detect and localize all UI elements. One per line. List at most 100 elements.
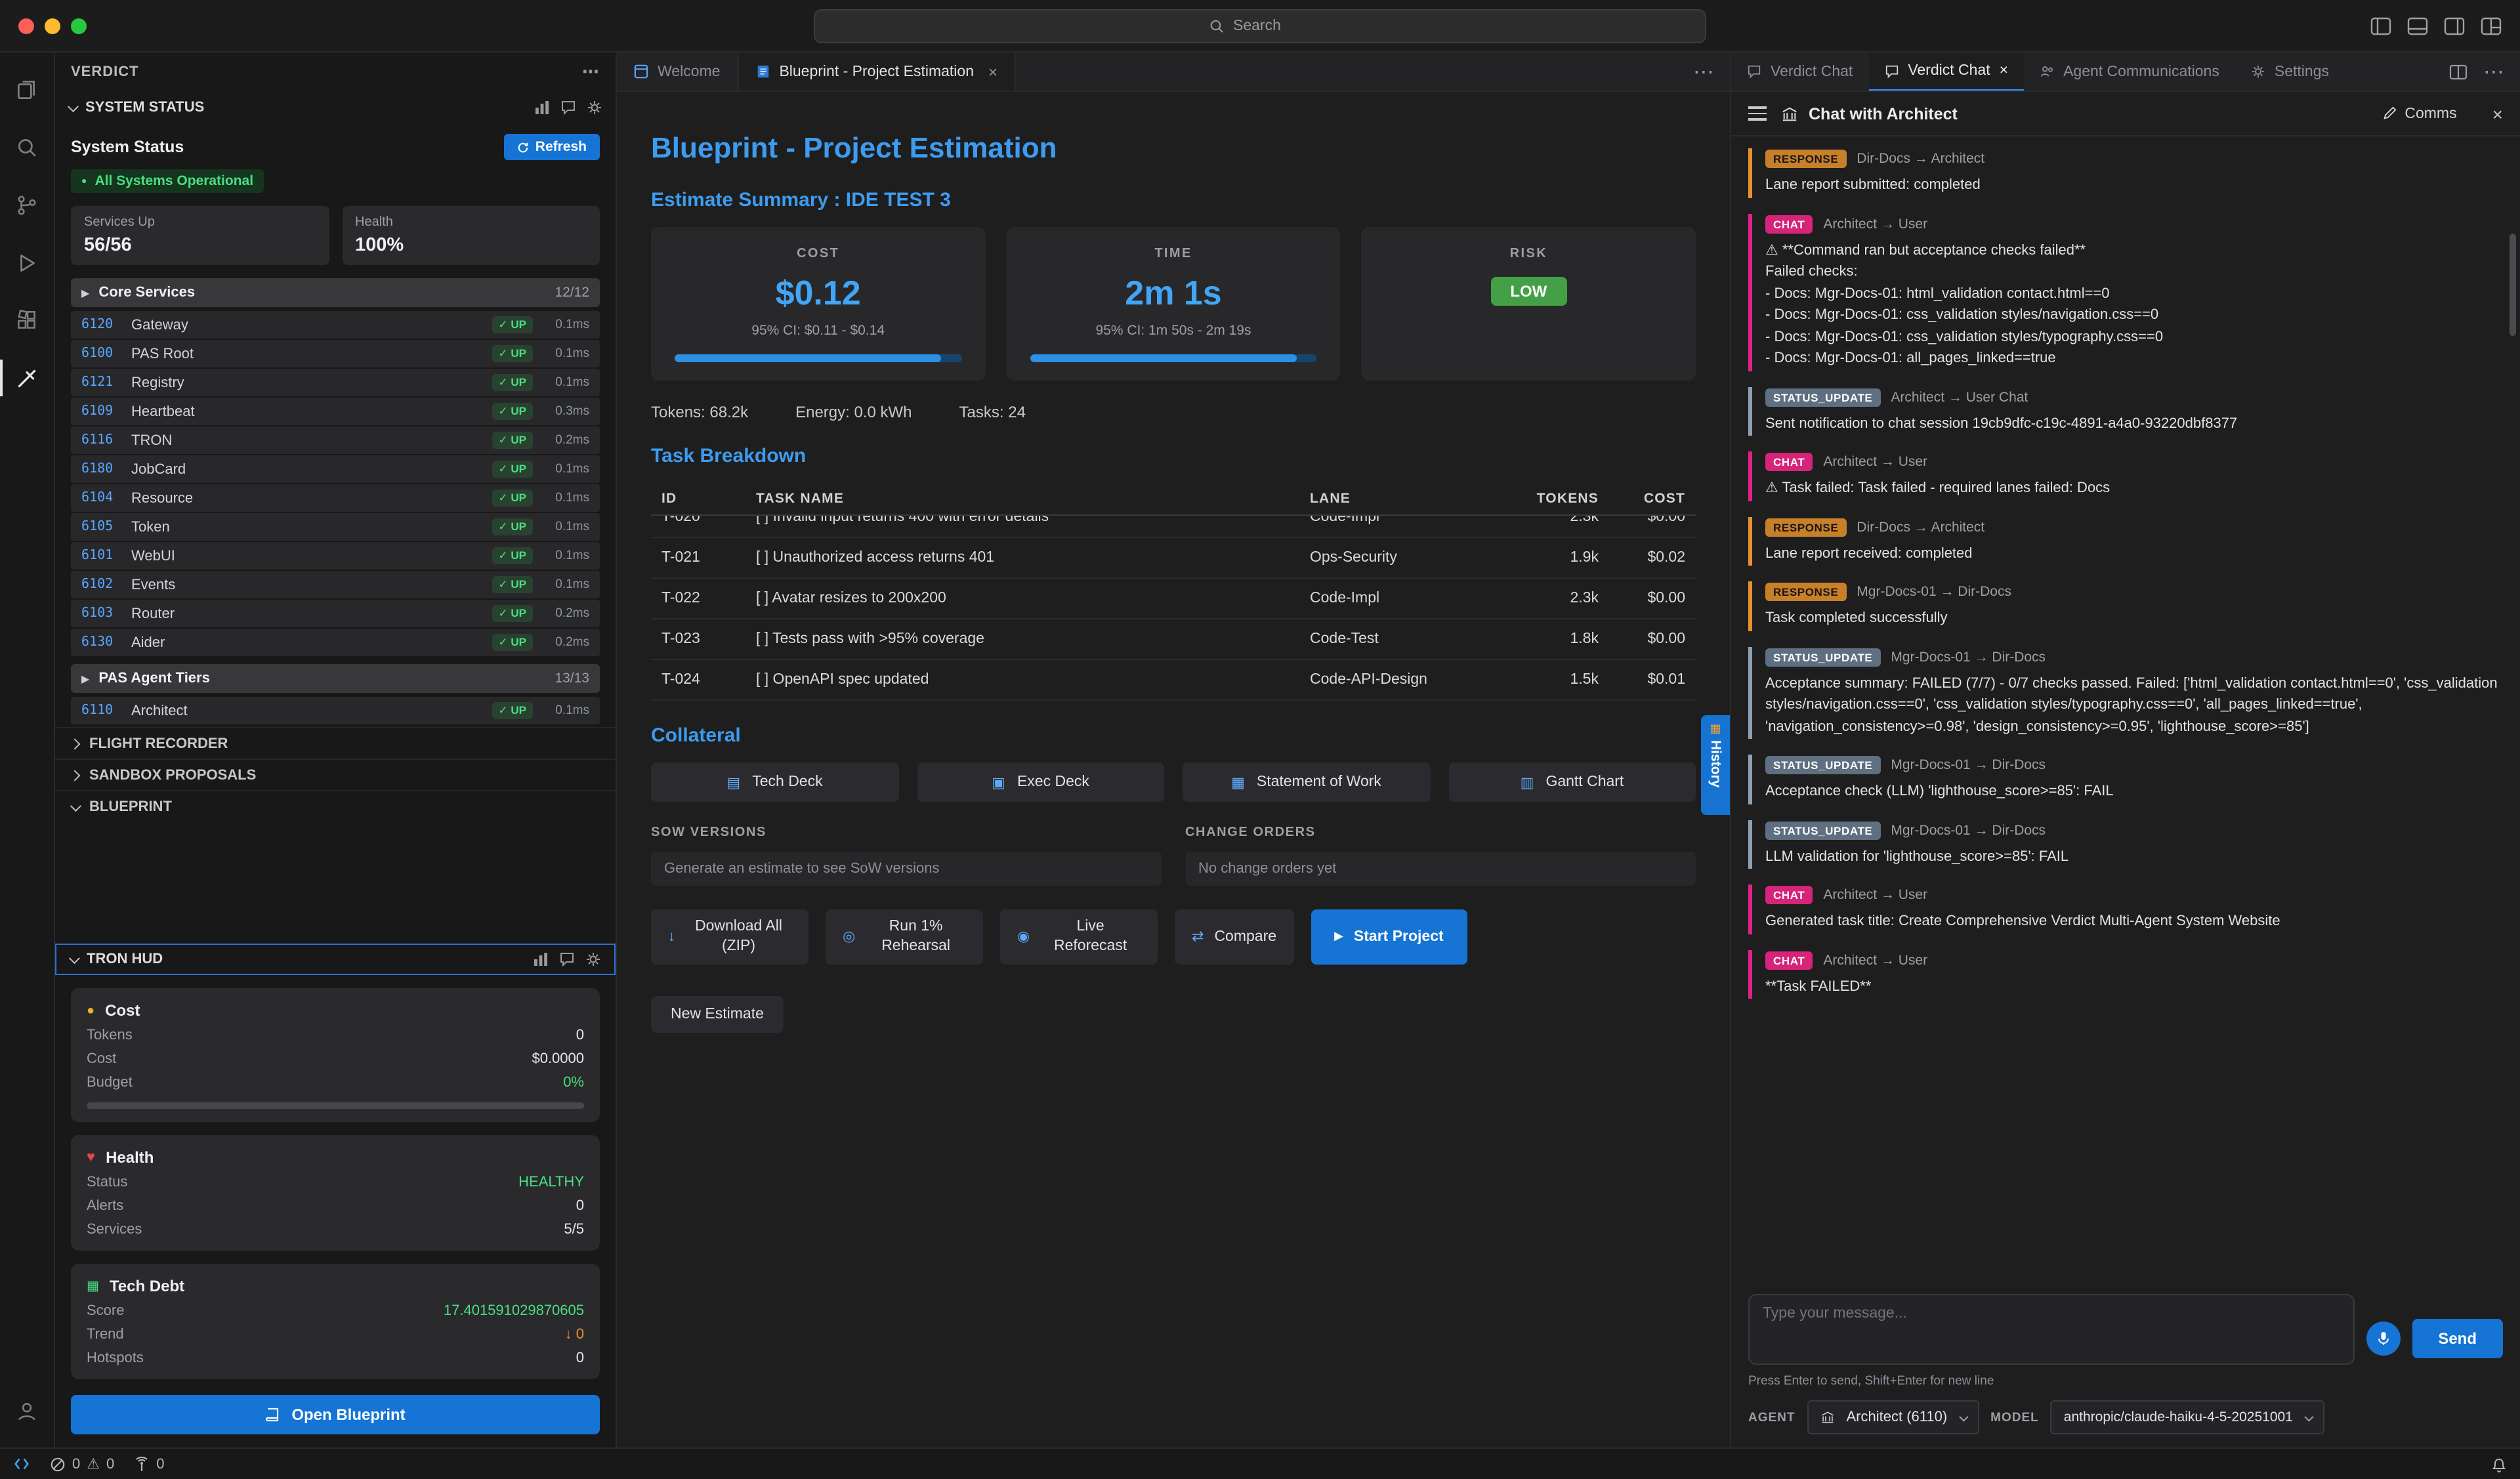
agent-select[interactable]: Architect (6110) (1807, 1400, 1979, 1434)
section-system-status[interactable]: SYSTEM STATUS (55, 92, 616, 123)
gear-mini-icon[interactable] (585, 951, 601, 967)
chat-message[interactable]: STATUS_UPDATE Mgr-Docs-01 → Dir-Docs Acc… (1748, 646, 2499, 739)
collateral-button[interactable]: ▤ Tech Deck (651, 762, 898, 802)
remote-indicator[interactable] (13, 1455, 30, 1472)
table-row[interactable]: T-020 [ ] Invalid input returns 400 with… (651, 516, 1696, 538)
collateral-button[interactable]: ▣ Exec Deck (917, 762, 1164, 802)
tab-settings[interactable]: Settings (2235, 52, 2345, 91)
mic-button[interactable] (2366, 1322, 2400, 1356)
message-input[interactable] (1748, 1294, 2354, 1365)
tab-verdict-chat-1[interactable]: Verdict Chat (1731, 52, 1868, 91)
chat-scrollbar[interactable] (2510, 234, 2516, 336)
tab-agent-communications[interactable]: Agent Communications (2024, 52, 2235, 91)
history-tab[interactable]: ▦ History (1701, 715, 1730, 815)
close-tab-icon[interactable]: × (988, 62, 998, 81)
core-services-header[interactable]: ▶ Core Services 12/12 (71, 278, 600, 307)
chat-message[interactable]: CHAT Architect → User **Task FAILED** (1748, 949, 2499, 999)
editor-actions-more-icon[interactable]: ⋯ (1693, 58, 1714, 85)
chat-message[interactable]: CHAT Architect → User ⚠ **Command ran bu… (1748, 213, 2499, 371)
service-row[interactable]: 6105 Token ✓ UP 0.1ms (71, 513, 600, 541)
explorer-icon[interactable] (0, 60, 54, 118)
service-row[interactable]: 6109 Heartbeat ✓ UP 0.3ms (71, 398, 600, 425)
chart-mini-icon[interactable] (533, 951, 549, 967)
tab-welcome[interactable]: Welcome (617, 52, 738, 91)
table-row[interactable]: T-021 [ ] Unauthorized access returns 40… (651, 538, 1696, 579)
source-control-icon[interactable] (0, 176, 54, 234)
action-button[interactable]: ↓ Download All (ZIP) (651, 909, 808, 965)
service-latency: 0.1ms (542, 549, 589, 563)
chat-message[interactable]: RESPONSE Dir-Docs → Architect Lane repor… (1748, 148, 2499, 198)
service-row[interactable]: 6120 Gateway ✓ UP 0.1ms (71, 311, 600, 339)
start-project-button[interactable]: ▶ Start Project (1311, 909, 1467, 965)
menu-icon[interactable] (1748, 106, 1767, 121)
comms-button[interactable]: Comms (2382, 106, 2456, 121)
split-editor-icon[interactable] (2449, 64, 2468, 79)
account-icon[interactable] (0, 1382, 54, 1440)
action-button[interactable]: ◎ Run 1% Rehearsal (826, 909, 983, 965)
verdict-extension-icon[interactable] (0, 349, 54, 407)
close-panel-icon[interactable]: × (2492, 103, 2503, 124)
refresh-button[interactable]: Refresh (504, 134, 600, 160)
search-sidebar-icon[interactable] (0, 118, 54, 176)
ports-indicator[interactable]: 0 (134, 1456, 164, 1472)
tokens-stat: Tokens: 68.2k (651, 403, 748, 421)
toggle-panel-icon[interactable] (2407, 16, 2428, 35)
collateral-button[interactable]: ▦ Statement of Work (1183, 762, 1430, 802)
chat-message[interactable]: STATUS_UPDATE Mgr-Docs-01 → Dir-Docs LLM… (1748, 820, 2499, 869)
section-flight-recorder[interactable]: FLIGHT RECORDER (55, 727, 616, 759)
chat-message[interactable]: CHAT Architect → User Generated task tit… (1748, 885, 2499, 934)
close-tab-icon[interactable]: × (2000, 63, 2008, 79)
collateral-button[interactable]: ▥ Gantt Chart (1448, 762, 1696, 802)
search-input[interactable] (1233, 18, 1312, 33)
comment-mini-icon[interactable] (559, 951, 575, 967)
maximize-window-button[interactable] (71, 18, 87, 33)
table-row[interactable]: T-023 [ ] Tests pass with >95% coverage … (651, 619, 1696, 660)
agent-row[interactable]: 6110 Architect ✓ UP 0.1ms (71, 697, 600, 724)
table-row[interactable]: T-024 [ ] OpenAPI spec updated Code-API-… (651, 660, 1696, 701)
action-button[interactable]: ⇄ Compare (1175, 909, 1293, 965)
open-blueprint-button[interactable]: Open Blueprint (71, 1395, 600, 1434)
toggle-secondary-sidebar-icon[interactable] (2444, 16, 2465, 35)
problems-indicator[interactable]: 0 ⚠ 0 (50, 1455, 114, 1472)
chart-mini-icon[interactable] (534, 100, 550, 115)
command-center-search[interactable] (814, 9, 1706, 43)
panel-more-icon[interactable]: ⋯ (2483, 58, 2504, 85)
gear-mini-icon[interactable] (587, 100, 602, 115)
chat-header: Chat with Architect Comms × (1731, 92, 2520, 136)
minimize-window-button[interactable] (45, 18, 60, 33)
table-row[interactable]: T-022 [ ] Avatar resizes to 200x200 Code… (651, 579, 1696, 619)
chat-message[interactable]: CHAT Architect → User ⚠ Task failed: Tas… (1748, 451, 2499, 501)
toggle-sidebar-icon[interactable] (2370, 16, 2391, 35)
service-row[interactable]: 6180 JobCard ✓ UP 0.1ms (71, 455, 600, 483)
sidebar-more-icon[interactable]: ⋯ (582, 62, 600, 83)
section-tron-hud[interactable]: TRON HUD (55, 944, 616, 975)
chat-message[interactable]: STATUS_UPDATE Mgr-Docs-01 → Dir-Docs Acc… (1748, 755, 2499, 804)
customize-layout-icon[interactable] (2481, 16, 2502, 35)
service-row[interactable]: 6116 TRON ✓ UP 0.2ms (71, 427, 600, 454)
section-sandbox-proposals[interactable]: SANDBOX PROPOSALS (55, 759, 616, 790)
service-row[interactable]: 6102 Events ✓ UP 0.1ms (71, 571, 600, 598)
agent-tiers-header[interactable]: ▶ PAS Agent Tiers 13/13 (71, 664, 600, 693)
service-row[interactable]: 6130 Aider ✓ UP 0.2ms (71, 629, 600, 656)
section-blueprint[interactable]: BLUEPRINT (55, 790, 616, 822)
tab-verdict-chat-2[interactable]: Verdict Chat × (1868, 52, 2024, 91)
send-button[interactable]: Send (2412, 1319, 2503, 1358)
new-estimate-button[interactable]: New Estimate (651, 996, 784, 1033)
chat-message[interactable]: RESPONSE Mgr-Docs-01 → Dir-Docs Task com… (1748, 581, 2499, 631)
model-select[interactable]: anthropic/claude-haiku-4-5-20251001 (2051, 1400, 2324, 1434)
action-icon: ◉ (1017, 928, 1030, 947)
service-row[interactable]: 6104 Resource ✓ UP 0.1ms (71, 484, 600, 512)
run-debug-icon[interactable] (0, 234, 54, 291)
action-button[interactable]: ◉ Live Reforecast (1000, 909, 1158, 965)
chat-message[interactable]: STATUS_UPDATE Architect → User Chat Sent… (1748, 386, 2499, 436)
close-window-button[interactable] (18, 18, 34, 33)
service-row[interactable]: 6100 PAS Root ✓ UP 0.1ms (71, 340, 600, 367)
service-row[interactable]: 6101 WebUI ✓ UP 0.1ms (71, 542, 600, 570)
service-row[interactable]: 6121 Registry ✓ UP 0.1ms (71, 369, 600, 396)
notifications-bell-icon[interactable] (2491, 1456, 2507, 1472)
service-row[interactable]: 6103 Router ✓ UP 0.2ms (71, 600, 600, 627)
chat-message[interactable]: RESPONSE Dir-Docs → Architect Lane repor… (1748, 516, 2499, 566)
extensions-icon[interactable] (0, 291, 54, 349)
comment-mini-icon[interactable] (560, 100, 576, 115)
tab-blueprint-project-estimation[interactable]: Blueprint - Project Estimation × (738, 52, 1016, 91)
